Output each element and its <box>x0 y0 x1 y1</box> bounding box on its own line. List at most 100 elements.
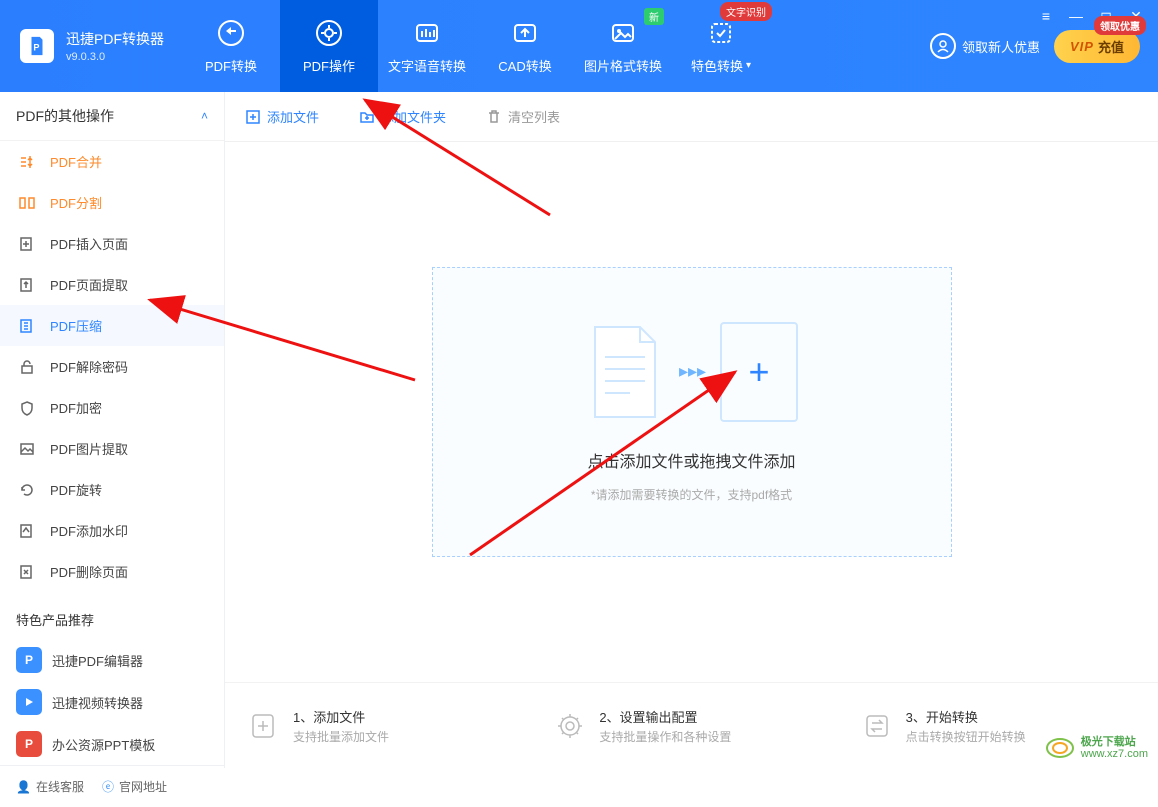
image-extract-icon <box>18 440 36 458</box>
watermark-logo-icon <box>1045 737 1075 759</box>
document-icon <box>585 322 665 422</box>
tab-pdf-convert[interactable]: PDF转换 <box>182 0 280 92</box>
delete-page-icon <box>18 563 36 581</box>
tab-label: 文字语音转换 <box>388 56 466 75</box>
sidebar-item-merge[interactable]: PDF合并 <box>0 141 224 182</box>
watermark: 极光下载站 www.xz7.com <box>1045 736 1148 760</box>
ppt-icon: P <box>16 731 42 757</box>
new-user-label: 领取新人优惠 <box>962 37 1040 56</box>
chevron-down-icon: ▾ <box>746 60 751 71</box>
add-file-button[interactable]: 添加文件 <box>245 107 319 126</box>
drop-zone-graphic: ▸▸▸ + <box>585 322 798 422</box>
app-logo-icon: P <box>20 29 54 63</box>
step-title: 2、设置输出配置 <box>599 707 731 726</box>
sidebar-item-image-extract[interactable]: PDF图片提取 <box>0 428 224 469</box>
tab-pdf-operate[interactable]: PDF操作 <box>280 0 378 92</box>
tab-text-speech[interactable]: 文字语音转换 <box>378 0 476 92</box>
sidebar-item-label: PDF删除页面 <box>50 562 128 581</box>
cad-icon <box>510 18 540 48</box>
step-add-icon <box>247 709 281 743</box>
vip-recharge-button[interactable]: 领取优惠 VIP 充值 <box>1054 30 1140 63</box>
headset-icon: 👤 <box>16 780 31 794</box>
step-sub: 点击转换按钮开始转换 <box>906 728 1026 745</box>
sidebar-item-label: PDF压缩 <box>50 316 102 335</box>
add-folder-label: 添加文件夹 <box>381 107 446 126</box>
app-version: v9.0.3.0 <box>66 51 164 63</box>
recommend-pdf-editor[interactable]: P 迅捷PDF编辑器 <box>0 639 224 681</box>
tab-cad-convert[interactable]: CAD转换 <box>476 0 574 92</box>
recommend-title: 特色产品推荐 <box>0 592 224 639</box>
sidebar-item-delete-page[interactable]: PDF删除页面 <box>0 551 224 592</box>
recommend-ppt-template[interactable]: P办公资源PPT模板 <box>0 723 224 765</box>
app-title: 迅捷PDF转换器 <box>66 29 164 49</box>
add-file-label: 添加文件 <box>267 107 319 126</box>
menu-icon[interactable]: ≡ <box>1038 8 1054 25</box>
nav-tabs: PDF转换 PDF操作 文字语音转换 CAD转换 新 图片格式转换 文字识别 特… <box>182 0 770 92</box>
sidebar-item-watermark[interactable]: PDF添加水印 <box>0 510 224 551</box>
step-sub: 支持批量操作和各种设置 <box>599 728 731 745</box>
sidebar-item-extract[interactable]: PDF页面提取 <box>0 264 224 305</box>
customer-service-link[interactable]: 👤在线客服 <box>16 778 84 795</box>
sidebar-item-unlock[interactable]: PDF解除密码 <box>0 346 224 387</box>
video-converter-icon <box>16 689 42 715</box>
unlock-icon <box>18 358 36 376</box>
tab-image-convert[interactable]: 新 图片格式转换 <box>574 0 672 92</box>
new-user-offer[interactable]: 领取新人优惠 <box>930 33 1040 59</box>
steps-bar: 1、添加文件支持批量添加文件 2、设置输出配置支持批量操作和各种设置 3、开始转… <box>225 682 1158 768</box>
sidebar-item-label: PDF解除密码 <box>50 357 128 376</box>
audio-icon <box>412 18 442 48</box>
sidebar-item-encrypt[interactable]: PDF加密 <box>0 387 224 428</box>
add-folder-button[interactable]: 添加文件夹 <box>359 107 446 126</box>
pdf-editor-icon: P <box>16 647 42 673</box>
clear-list-button[interactable]: 清空列表 <box>486 107 560 126</box>
watermark-cn: 极光下载站 <box>1081 736 1148 748</box>
sidebar-item-rotate[interactable]: PDF旋转 <box>0 469 224 510</box>
arrows-icon: ▸▸▸ <box>679 361 706 382</box>
sidebar-section-header[interactable]: PDF的其他操作 ˄ <box>0 92 224 141</box>
merge-icon <box>18 153 36 171</box>
sidebar-item-split[interactable]: PDF分割 <box>0 182 224 223</box>
sidebar-item-label: PDF图片提取 <box>50 439 128 458</box>
tab-label: 图片格式转换 <box>584 56 662 75</box>
special-icon <box>706 18 736 48</box>
step-1: 1、添加文件支持批量添加文件 <box>247 707 523 745</box>
step-title: 3、开始转换 <box>906 707 1026 726</box>
split-icon <box>18 194 36 212</box>
sidebar-footer: 👤在线客服 ⓔ 官网地址 <box>0 765 224 807</box>
chevron-up-icon: ˄ <box>201 109 208 123</box>
drop-zone-sub: *请添加需要转换的文件，支持pdf格式 <box>591 486 792 503</box>
recommend-video-converter[interactable]: 迅捷视频转换器 <box>0 681 224 723</box>
drop-zone[interactable]: ▸▸▸ + 点击添加文件或拖拽文件添加 *请添加需要转换的文件，支持pdf格式 <box>432 267 952 557</box>
official-site-link[interactable]: ⓔ 官网地址 <box>102 778 167 795</box>
add-box-icon: + <box>720 322 798 422</box>
svg-text:P: P <box>33 43 39 53</box>
sidebar: PDF的其他操作 ˄ PDF合并 PDF分割 PDF插入页面 PDF页面提取 P… <box>0 92 225 768</box>
sidebar-item-compress[interactable]: PDF压缩 <box>0 305 224 346</box>
sidebar-item-label: PDF分割 <box>50 193 102 212</box>
rotate-icon <box>18 481 36 499</box>
header: P 迅捷PDF转换器 v9.0.3.0 PDF转换 PDF操作 文字语音转换 C… <box>0 0 1158 92</box>
main-panel: 添加文件 添加文件夹 清空列表 ▸▸▸ + 点击 <box>225 92 1158 768</box>
globe-icon: ⓔ <box>102 778 114 795</box>
tab-special-convert[interactable]: 文字识别 特色转换▾ <box>672 0 770 92</box>
insert-icon <box>18 235 36 253</box>
compress-icon <box>18 317 36 335</box>
watermark-url: www.xz7.com <box>1081 748 1148 760</box>
minimize-button[interactable]: — <box>1068 8 1084 25</box>
recommend-label: 迅捷PDF编辑器 <box>52 651 143 670</box>
tab-label: CAD转换 <box>498 56 551 75</box>
sidebar-item-label: PDF页面提取 <box>50 275 128 294</box>
tab-label: PDF操作 <box>303 56 355 75</box>
watermark-icon <box>18 522 36 540</box>
sidebar-header-label: PDF的其他操作 <box>16 106 114 126</box>
plus-folder-icon <box>359 109 375 125</box>
site-label: 官网地址 <box>119 778 167 795</box>
sidebar-item-label: PDF添加水印 <box>50 521 128 540</box>
tab-label: 特色转换 <box>691 56 743 75</box>
convert-icon <box>216 18 246 48</box>
sidebar-item-insert[interactable]: PDF插入页面 <box>0 223 224 264</box>
step-settings-icon <box>553 709 587 743</box>
step-2: 2、设置输出配置支持批量操作和各种设置 <box>553 707 829 745</box>
step-sub: 支持批量添加文件 <box>293 728 389 745</box>
extract-icon <box>18 276 36 294</box>
